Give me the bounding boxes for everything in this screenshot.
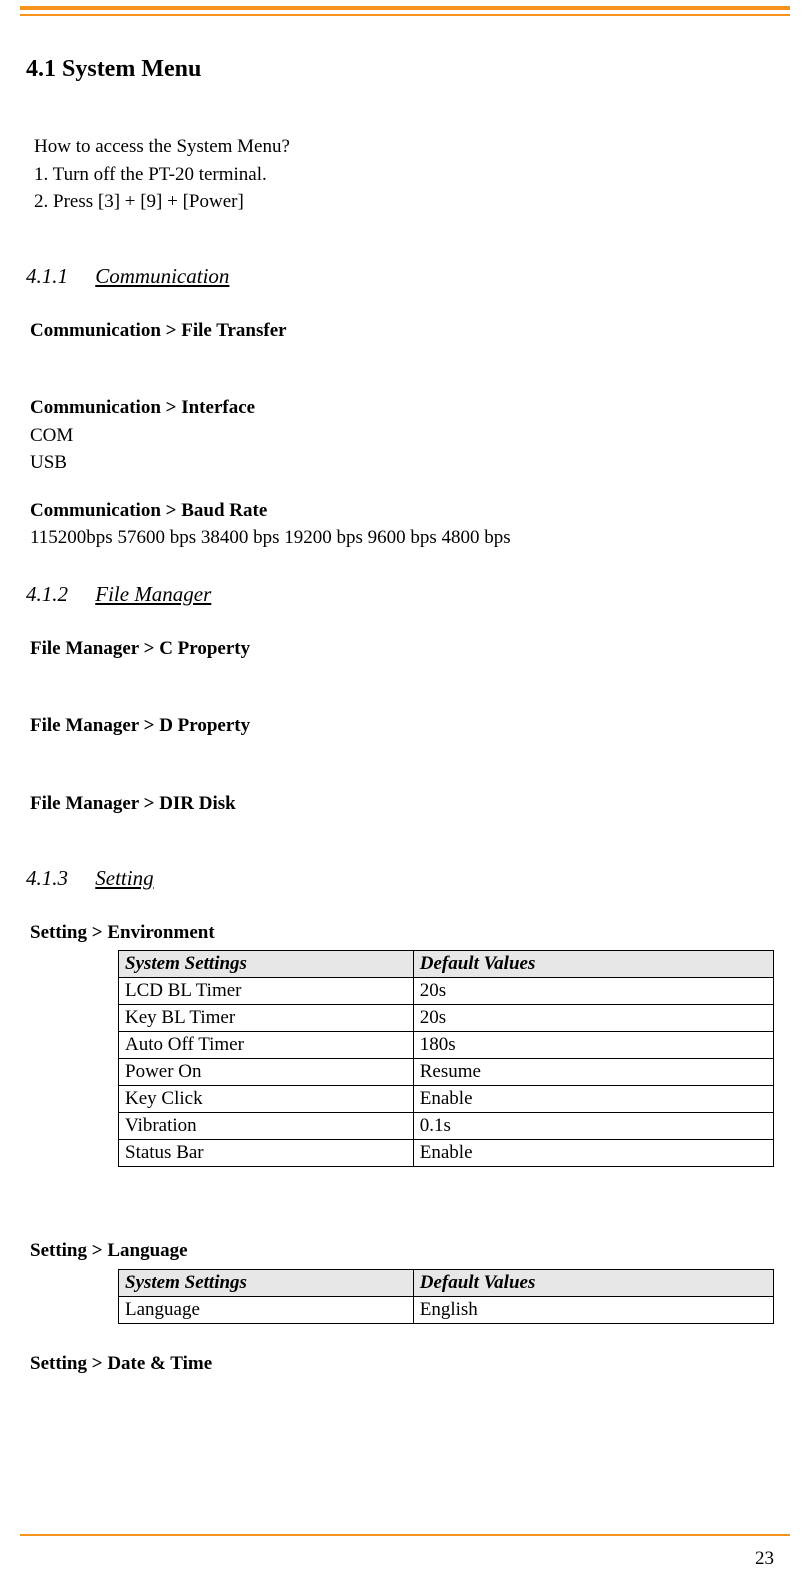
cell-value: 20s — [413, 1005, 773, 1032]
cell-value: 20s — [413, 978, 773, 1005]
table-row: LanguageEnglish — [119, 1296, 774, 1323]
table-row: LCD BL Timer20s — [119, 978, 774, 1005]
cell-key: LCD BL Timer — [119, 978, 414, 1005]
env-table: System Settings Default Values LCD BL Ti… — [118, 950, 774, 1167]
table-row: Vibration0.1s — [119, 1113, 774, 1140]
subheading-file-manager: 4.1.2 File Manager — [26, 582, 784, 607]
cell-value: 0.1s — [413, 1113, 773, 1140]
fm-dir-block: File Manager > DIR Disk — [30, 790, 784, 818]
comm-baud-values: 115200bps 57600 bps 38400 bps 19200 bps … — [30, 524, 784, 552]
table-row: Auto Off Timer180s — [119, 1032, 774, 1059]
lang-table-wrap: System Settings Default Values LanguageE… — [118, 1269, 774, 1324]
comm-baud-title: Communication > Baud Rate — [30, 497, 784, 525]
interface-usb: USB — [30, 449, 784, 477]
subheading-title: Setting — [95, 866, 153, 890]
fm-c-block: File Manager > C Property — [30, 635, 784, 663]
cell-key: Vibration — [119, 1113, 414, 1140]
interface-com: COM — [30, 422, 784, 450]
intro-step-1: 1. Turn off the PT-20 terminal. — [34, 161, 784, 189]
setting-lang-block: Setting > Language — [30, 1237, 784, 1265]
subheading-title: Communication — [95, 264, 229, 288]
lang-table: System Settings Default Values LanguageE… — [118, 1269, 774, 1324]
comm-file-transfer-block: Communication > File Transfer — [30, 317, 784, 345]
cell-key: Auto Off Timer — [119, 1032, 414, 1059]
table-row: Key BL Timer20s — [119, 1005, 774, 1032]
setting-datetime-block: Setting > Date & Time — [30, 1350, 784, 1378]
fm-c-property: File Manager > C Property — [30, 635, 784, 663]
cell-key: Status Bar — [119, 1140, 414, 1167]
setting-lang-title: Setting > Language — [30, 1237, 784, 1265]
cell-value: 180s — [413, 1032, 773, 1059]
table-row: Status BarEnable — [119, 1140, 774, 1167]
bottom-rule — [20, 1534, 790, 1536]
fm-d-block: File Manager > D Property — [30, 712, 784, 740]
subheading-setting: 4.1.3 Setting — [26, 866, 784, 891]
th-system-settings: System Settings — [119, 951, 414, 978]
cell-key: Language — [119, 1296, 414, 1323]
th-system-settings: System Settings — [119, 1269, 414, 1296]
cell-value: English — [413, 1296, 773, 1323]
table-row: Power OnResume — [119, 1059, 774, 1086]
table-row: Key ClickEnable — [119, 1086, 774, 1113]
cell-value: Enable — [413, 1140, 773, 1167]
fm-dir-disk: File Manager > DIR Disk — [30, 790, 784, 818]
table-header-row: System Settings Default Values — [119, 951, 774, 978]
subheading-title: File Manager — [95, 582, 211, 606]
comm-interface-block: Communication > Interface COM USB — [30, 394, 784, 477]
th-default-values: Default Values — [413, 951, 773, 978]
setting-env-block: Setting > Environment — [30, 919, 784, 947]
th-default-values: Default Values — [413, 1269, 773, 1296]
cell-key: Key Click — [119, 1086, 414, 1113]
intro-step-2: 2. Press [3] + [9] + [Power] — [34, 188, 784, 216]
comm-interface-title: Communication > Interface — [30, 394, 784, 422]
env-table-wrap: System Settings Default Values LCD BL Ti… — [118, 950, 774, 1167]
subheading-number: 4.1.1 — [26, 264, 90, 289]
cell-key: Key BL Timer — [119, 1005, 414, 1032]
cell-value: Resume — [413, 1059, 773, 1086]
setting-env-title: Setting > Environment — [30, 919, 784, 947]
cell-value: Enable — [413, 1086, 773, 1113]
comm-file-transfer: Communication > File Transfer — [30, 317, 784, 345]
setting-datetime-title: Setting > Date & Time — [30, 1350, 784, 1378]
intro-block: How to access the System Menu? 1. Turn o… — [34, 133, 784, 216]
page-content: 4.1 System Menu How to access the System… — [0, 16, 810, 1377]
top-rule — [20, 6, 790, 16]
section-title: 4.1 System Menu — [26, 56, 784, 83]
comm-baud-block: Communication > Baud Rate 115200bps 5760… — [30, 497, 784, 552]
subheading-communication: 4.1.1 Communication — [26, 264, 784, 289]
subheading-number: 4.1.3 — [26, 866, 90, 891]
subheading-number: 4.1.2 — [26, 582, 90, 607]
intro-question: How to access the System Menu? — [34, 133, 784, 161]
cell-key: Power On — [119, 1059, 414, 1086]
page-number: 23 — [755, 1548, 774, 1570]
table-header-row: System Settings Default Values — [119, 1269, 774, 1296]
fm-d-property: File Manager > D Property — [30, 712, 784, 740]
